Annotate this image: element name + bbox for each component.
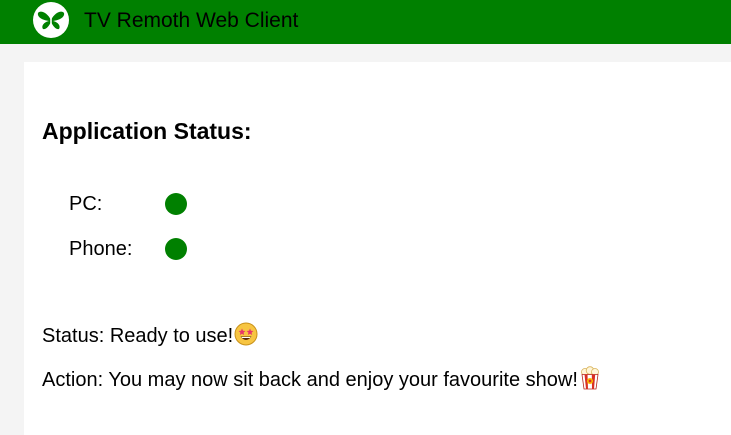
status-label: Status: <box>42 325 105 347</box>
device-label: Phone: <box>69 237 133 260</box>
action-message: Action: You may now sit back and enjoy y… <box>42 366 601 397</box>
popcorn-icon <box>579 366 601 397</box>
star-struck-icon <box>234 322 258 353</box>
device-status-pc: PC: <box>69 192 187 216</box>
main-content: Application Status: PC: Phone: Status: R… <box>24 62 731 435</box>
status-message: Status: Ready to use! <box>42 322 258 353</box>
action-text: You may now sit back and enjoy your favo… <box>108 369 578 391</box>
status-dot-icon <box>165 238 187 260</box>
action-label: Action: <box>42 369 104 391</box>
app-header: TV Remoth Web Client <box>0 0 731 44</box>
app-title: TV Remoth Web Client <box>84 9 299 32</box>
status-dot-icon <box>165 193 187 215</box>
device-label: PC: <box>69 192 103 215</box>
device-status-phone: Phone: <box>69 237 187 261</box>
status-text: Ready to use! <box>109 325 234 347</box>
page-title: Application Status: <box>42 118 252 144</box>
butterfly-icon <box>33 2 69 38</box>
